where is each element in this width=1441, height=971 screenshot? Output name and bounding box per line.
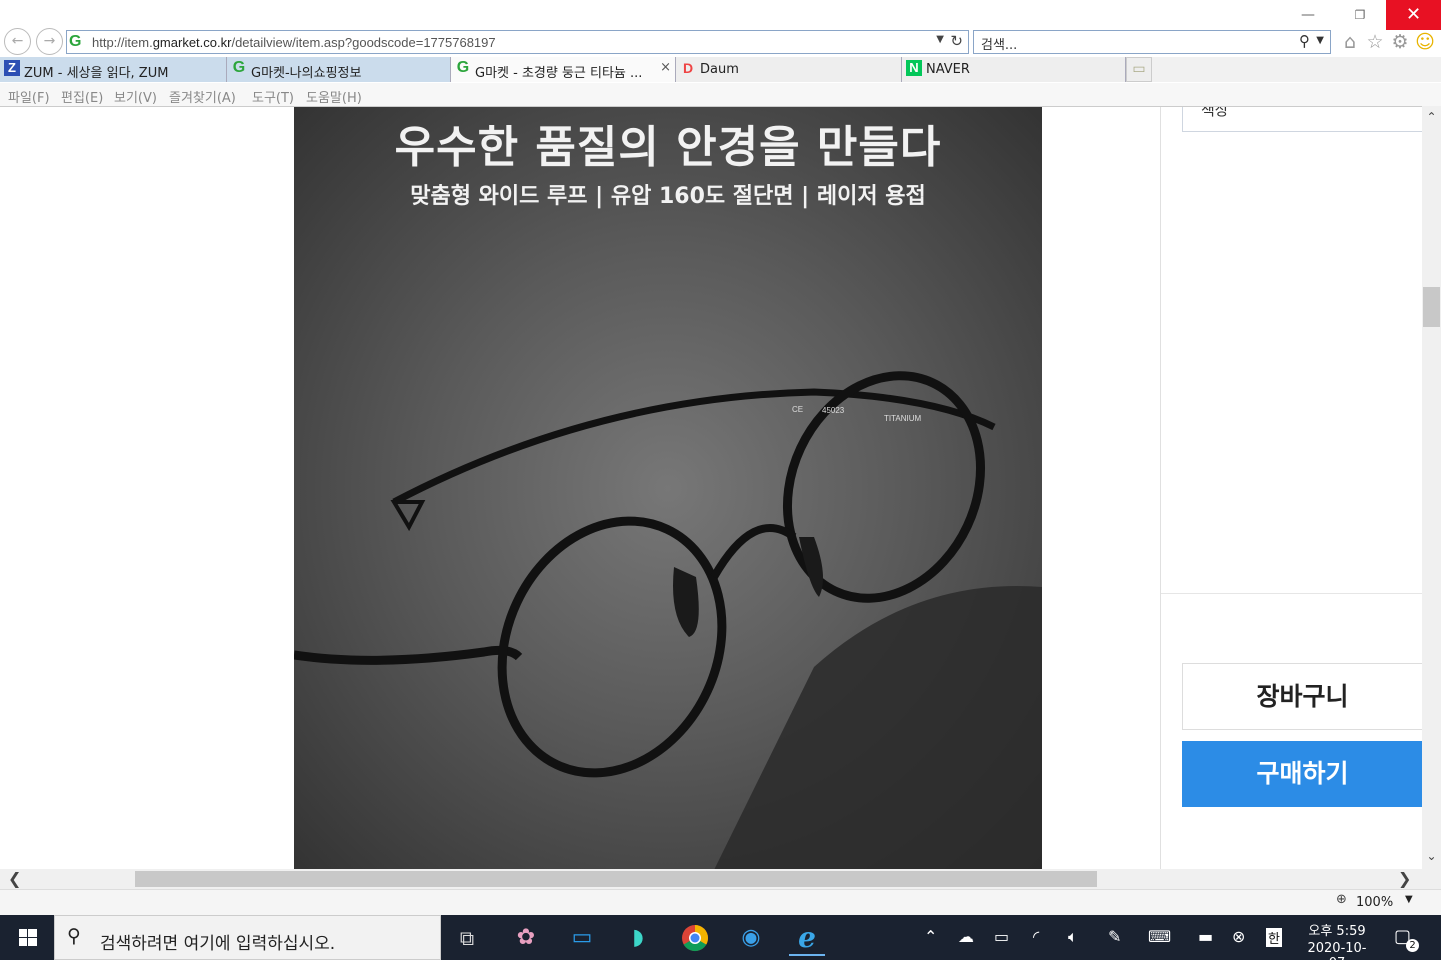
taskbar-search-placeholder: 검색하려면 여기에 입력하십시오.: [100, 934, 336, 954]
star-icon[interactable]: ☆: [1363, 30, 1387, 54]
back-button[interactable]: ←: [4, 28, 31, 55]
menu-tools[interactable]: 도구(T): [252, 87, 294, 106]
clock-date[interactable]: 2020-10-07: [1301, 941, 1373, 971]
vertical-scrollbar[interactable]: ⌃ ⌄: [1422, 106, 1441, 869]
color-option-label: 색상: [1201, 106, 1229, 119]
divider: [1161, 593, 1422, 594]
scroll-up-icon[interactable]: ⌃: [1422, 110, 1441, 124]
wifi-icon[interactable]: ◜: [1033, 927, 1039, 946]
banner-subline: 맞춤형 와이드 루프 | 유압 160도 절단면 | 레이저 용접: [410, 184, 926, 209]
gmarket-favicon-icon: G: [69, 33, 82, 50]
zoom-level[interactable]: 100%: [1356, 895, 1393, 910]
model-number: 45023: [822, 406, 845, 415]
scroll-left-icon[interactable]: ❮: [8, 869, 21, 889]
menu-favorites[interactable]: 즐겨찾기(A): [169, 87, 236, 106]
search-icon[interactable]: ⚲: [1299, 32, 1310, 50]
tab-label: Daum: [700, 62, 739, 77]
start-button[interactable]: [0, 915, 54, 960]
titanium-mark: TITANIUM: [884, 414, 922, 423]
tab-label: G마켓 - 초경량 둥근 티타늄 ...: [475, 66, 643, 81]
close-button[interactable]: ✕: [1386, 0, 1441, 30]
tab-zum[interactable]: Z ZUM - 세상을 읽다, ZUM: [0, 57, 227, 82]
gmarket-favicon-icon: G: [456, 59, 470, 76]
address-url[interactable]: http://item.gmarket.co.kr/detailview/ite…: [92, 35, 496, 50]
zoom-icon[interactable]: ⊕: [1336, 892, 1347, 907]
zum-favicon-icon: Z: [4, 60, 20, 76]
error-icon[interactable]: ⊗: [1232, 927, 1245, 946]
tab-label: NAVER: [926, 62, 970, 77]
taskbar-search-box[interactable]: ⚲ 검색하려면 여기에 입력하십시오.: [54, 915, 441, 960]
home-icon[interactable]: ⌂: [1338, 30, 1362, 54]
menu-help[interactable]: 도움말(H): [306, 87, 362, 106]
search-dropdown-icon[interactable]: ▼: [1316, 35, 1324, 46]
taskbar: ⚲ 검색하려면 여기에 입력하십시오. ⧉ ✿ ▭ ◗ ◉ e ⌃ ☁ ▭ ◜ …: [0, 915, 1441, 971]
pen-icon[interactable]: ✎: [1108, 927, 1121, 946]
banner-headline: 우수한 품질의 안경을 만들다: [394, 122, 942, 173]
onedrive-icon[interactable]: ☁: [958, 927, 974, 946]
forward-button[interactable]: →: [36, 28, 63, 55]
menu-file[interactable]: 파일(F): [8, 87, 50, 106]
daum-favicon-icon: D: [682, 60, 694, 76]
status-bar: ⊕ 100% ▼: [0, 889, 1441, 915]
horizontal-scroll-thumb[interactable]: [135, 871, 1097, 887]
tab-gmarket-product[interactable]: G G마켓 - 초경량 둥근 티타늄 ... ×: [451, 57, 676, 82]
horizontal-scrollbar[interactable]: ❮ ❯: [0, 869, 1422, 889]
restore-button[interactable]: ❐: [1336, 0, 1384, 30]
task-view-icon[interactable]: ⧉: [449, 920, 485, 956]
bird-app-icon[interactable]: ◗: [620, 920, 656, 956]
tab-gmarket-myshopping[interactable]: G G마켓-나의쇼핑정보: [227, 57, 451, 82]
address-dropdown-icon[interactable]: ▼: [936, 34, 944, 45]
address-bar[interactable]: G http://item.gmarket.co.kr/detailview/i…: [66, 30, 969, 54]
menu-bar: 파일(F) 편집(E) 보기(V) 즐겨찾기(A) 도구(T) 도움말(H): [0, 83, 1441, 106]
clock-time[interactable]: 오후 5:59: [1301, 920, 1373, 939]
tab-close-icon[interactable]: ×: [660, 60, 671, 75]
tab-label: ZUM - 세상을 읽다, ZUM: [24, 66, 169, 81]
menu-view[interactable]: 보기(V): [114, 87, 157, 106]
tray-overflow-icon[interactable]: ⌃: [924, 927, 937, 946]
volume-icon[interactable]: 🔈︎: [1068, 927, 1078, 947]
smiley-icon[interactable]: ☺: [1413, 30, 1437, 54]
touch-keyboard-icon[interactable]: ⌨: [1148, 927, 1171, 946]
minimize-button[interactable]: —: [1284, 0, 1332, 30]
scrollbar-corner: [1422, 869, 1441, 889]
scroll-right-icon[interactable]: ❯: [1398, 869, 1411, 889]
new-tab-button[interactable]: ▭: [1126, 57, 1152, 82]
chrome-icon[interactable]: [677, 920, 713, 956]
gear-icon[interactable]: ⚙: [1388, 30, 1412, 54]
tab-strip: Z ZUM - 세상을 읽다, ZUM G G마켓-나의쇼핑정보 G G마켓 -…: [0, 57, 1441, 82]
windows-logo-icon: [19, 929, 37, 946]
laptop-app-icon[interactable]: ▭: [564, 920, 600, 956]
tablet-icon[interactable]: ▬: [1198, 927, 1213, 946]
internet-explorer-icon[interactable]: e: [789, 920, 825, 956]
page-content: CE 45023 TITANIUM 우수한 품질의 안경을 만들다 맞춤형 와이…: [0, 106, 1422, 869]
search-placeholder: 검색...: [981, 38, 1018, 53]
ce-mark: CE: [792, 405, 803, 414]
glasses-illustration: CE 45023 TITANIUM: [294, 371, 1042, 869]
zoom-dropdown-icon[interactable]: ▼: [1405, 894, 1413, 905]
battery-icon[interactable]: ▭: [994, 927, 1009, 946]
ime-indicator[interactable]: 한: [1266, 928, 1282, 947]
tab-label: G마켓-나의쇼핑정보: [251, 66, 362, 81]
menu-edit[interactable]: 편집(E): [61, 87, 103, 106]
gmarket-favicon-icon: G: [232, 59, 246, 76]
purchase-sidebar: 색상 장바구니 구매하기: [1160, 107, 1422, 869]
tab-naver[interactable]: N NAVER: [902, 57, 1126, 82]
color-option-select[interactable]: 색상: [1182, 106, 1422, 132]
paint-app-icon[interactable]: ✿: [508, 920, 544, 956]
search-input[interactable]: 검색... ⚲ ▼: [973, 30, 1331, 54]
add-to-cart-button[interactable]: 장바구니: [1182, 663, 1422, 730]
notification-count: 2: [1406, 939, 1419, 952]
refresh-icon[interactable]: ↻: [950, 32, 963, 50]
search-icon: ⚲: [67, 925, 81, 947]
product-image: CE 45023 TITANIUM 우수한 품질의 안경을 만들다 맞춤형 와이…: [294, 107, 1042, 869]
scroll-down-icon[interactable]: ⌄: [1422, 849, 1441, 863]
tab-daum[interactable]: D Daum: [676, 57, 902, 82]
buy-now-button[interactable]: 구매하기: [1182, 741, 1422, 807]
edge-icon[interactable]: ◉: [733, 920, 769, 956]
naver-favicon-icon: N: [906, 60, 922, 76]
vertical-scroll-thumb[interactable]: [1423, 287, 1440, 327]
